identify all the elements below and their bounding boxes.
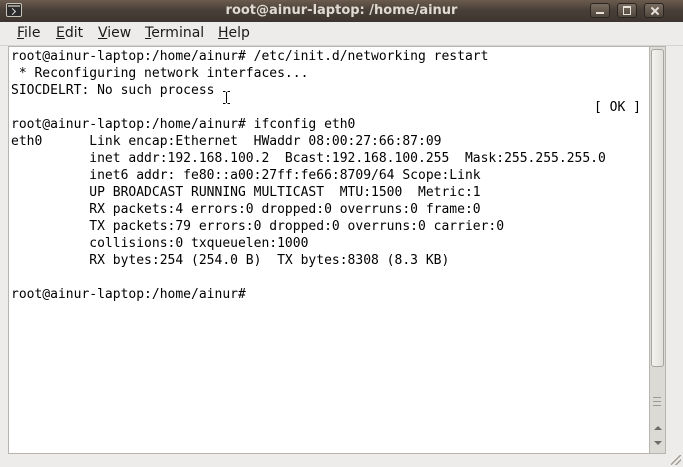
menu-bar: File Edit View Terminal Help (0, 22, 683, 46)
scroll-up-arrow-icon[interactable] (654, 426, 662, 430)
terminal-line: root@ainur-laptop:/home/ainur# /etc/init… (11, 49, 489, 64)
terminal-line: inet6 addr: fe80::a00:27ff:fe66:8709/64 … (11, 168, 481, 183)
terminal-line: collisions:0 txqueuelen:1000 (11, 236, 317, 251)
terminal-prompt: root@ainur-laptop:/home/ainur# (11, 287, 254, 302)
terminal-line: TX packets:79 errors:0 dropped:0 overrun… (11, 219, 505, 234)
title-bar[interactable]: root@ainur-laptop: /home/ainur (0, 0, 683, 23)
scrollbar-grip-icon (653, 397, 661, 406)
terminal-line: UP BROADCAST RUNNING MULTICAST MTU:1500 … (11, 185, 481, 200)
scrollbar-thumb[interactable] (651, 49, 664, 367)
menu-file[interactable]: File (17, 25, 40, 42)
window-title: root@ainur-laptop: /home/ainur (225, 3, 458, 18)
menu-help[interactable]: Help (218, 25, 250, 42)
menu-terminal[interactable]: Terminal (145, 25, 204, 42)
text-ibeam-cursor-icon (223, 91, 230, 104)
maximize-button[interactable] (617, 3, 637, 18)
terminal-line: RX packets:4 errors:0 dropped:0 overruns… (11, 202, 481, 217)
terminal-window: root@ainur-laptop: /home/ainur File Edit… (0, 0, 683, 467)
terminal-line: eth0 Link encap:Ethernet HWaddr 08:00:27… (11, 134, 458, 149)
terminal-text-area[interactable]: root@ainur-laptop:/home/ainur# /etc/init… (8, 46, 650, 454)
terminal-line: root@ainur-laptop:/home/ainur# ifconfig … (11, 117, 356, 132)
ok-status: [ OK ] (594, 100, 641, 115)
menu-view[interactable]: View (98, 25, 131, 42)
terminal-line: * Reconfiguring network interfaces... (11, 66, 309, 81)
minimize-button[interactable] (590, 3, 610, 18)
close-button[interactable] (644, 3, 664, 18)
scroll-down-arrow-icon[interactable] (654, 441, 662, 445)
resize-grip-icon[interactable] (671, 455, 681, 465)
menu-edit[interactable]: Edit (56, 25, 83, 42)
terminal-line: SIOCDELRT: No such process (11, 83, 215, 98)
vertical-scrollbar[interactable] (650, 46, 666, 454)
terminal-line: inet addr:192.168.100.2 Bcast:192.168.10… (11, 151, 606, 166)
window-bottom-border (0, 454, 683, 467)
terminal-line: RX bytes:254 (254.0 B) TX bytes:8308 (8.… (11, 253, 450, 268)
